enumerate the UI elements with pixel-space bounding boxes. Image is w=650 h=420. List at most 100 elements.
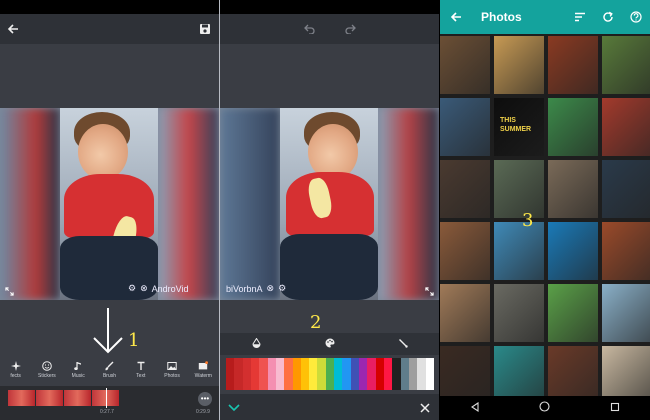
palette-swatch[interactable] bbox=[425, 358, 434, 390]
tool-stickers[interactable]: Stickers bbox=[31, 356, 62, 386]
palette-swatch[interactable] bbox=[359, 358, 368, 390]
palette-swatch[interactable] bbox=[400, 358, 409, 390]
tool-effects[interactable]: fects bbox=[0, 356, 31, 386]
timeline-end-time: 0:29.9 bbox=[196, 409, 210, 415]
video-editor-panel: ⚙ ⊗ AndroVid 1 fects Stickers Music Brus… bbox=[0, 0, 219, 420]
palette-swatch[interactable] bbox=[284, 358, 293, 390]
color-palette-button[interactable] bbox=[293, 333, 366, 355]
undo-icon[interactable] bbox=[300, 20, 318, 38]
annotation-number-2: 2 bbox=[310, 312, 322, 333]
photo-thumbnail[interactable] bbox=[602, 36, 650, 94]
timeline-playhead[interactable] bbox=[106, 388, 107, 408]
nav-home-icon[interactable] bbox=[539, 399, 551, 417]
timeline-thumbnails bbox=[8, 390, 120, 406]
palette-swatch[interactable] bbox=[250, 358, 260, 390]
palette-swatch[interactable] bbox=[292, 358, 301, 390]
music-note-icon bbox=[73, 360, 84, 371]
tool-music[interactable]: Music bbox=[63, 356, 94, 386]
palette-swatch[interactable] bbox=[325, 358, 335, 390]
brush-options-bar bbox=[220, 333, 439, 355]
tool-photos[interactable]: Photos bbox=[156, 356, 187, 386]
photo-thumbnail[interactable] bbox=[548, 36, 598, 94]
palette-swatch[interactable] bbox=[234, 358, 243, 390]
photo-thumbnail[interactable] bbox=[548, 160, 598, 218]
palette-swatch[interactable] bbox=[300, 358, 310, 390]
save-icon[interactable] bbox=[196, 20, 214, 38]
photos-picker-panel: Photos THIS SUMMER 3 bbox=[440, 0, 650, 420]
settings-gear-icon: ⚙ bbox=[278, 283, 287, 293]
photo-grid: THIS SUMMER bbox=[440, 36, 650, 404]
photo-thumbnail[interactable] bbox=[548, 222, 598, 280]
palette-swatch[interactable] bbox=[309, 358, 318, 390]
photos-title: Photos bbox=[481, 10, 522, 24]
photo-thumbnail[interactable] bbox=[494, 222, 544, 280]
video-preview[interactable]: ⚙ ⊗ AndroVid bbox=[0, 108, 219, 300]
brush-editor-panel: biVorbnA ⊗ ⚙ 2 bbox=[220, 0, 439, 420]
palette-swatch[interactable] bbox=[259, 358, 268, 390]
close-icon[interactable] bbox=[417, 400, 433, 416]
photo-thumbnail[interactable] bbox=[494, 160, 544, 218]
color-palette[interactable] bbox=[226, 358, 434, 390]
palette-swatch[interactable] bbox=[342, 358, 351, 390]
palette-swatch[interactable] bbox=[417, 358, 426, 390]
sparkle-icon bbox=[10, 360, 21, 371]
photo-thumbnail[interactable] bbox=[548, 98, 598, 156]
chevron-down-icon[interactable] bbox=[226, 400, 242, 416]
nav-recents-icon[interactable] bbox=[610, 399, 620, 417]
redo-icon[interactable] bbox=[342, 20, 360, 38]
photo-thumbnail[interactable] bbox=[494, 36, 544, 94]
palette-swatch[interactable] bbox=[275, 358, 285, 390]
settings-gear-icon: ⚙ bbox=[128, 283, 137, 293]
photo-thumbnail[interactable] bbox=[602, 160, 650, 218]
line-width-icon bbox=[398, 335, 408, 353]
palette-swatch[interactable] bbox=[383, 358, 393, 390]
status-bar bbox=[220, 0, 439, 14]
palette-swatch[interactable] bbox=[350, 358, 359, 390]
nav-back-icon[interactable] bbox=[470, 399, 480, 417]
palette-swatch[interactable] bbox=[242, 358, 251, 390]
tool-text[interactable]: Text bbox=[125, 356, 156, 386]
mirrored-watermark-text: biVorbnA bbox=[226, 283, 263, 294]
refresh-icon[interactable] bbox=[600, 9, 616, 25]
photos-header: Photos bbox=[440, 0, 650, 34]
fullscreen-icon[interactable] bbox=[422, 284, 436, 298]
photo-thumbnail-text: THIS SUMMER bbox=[500, 117, 532, 133]
photo-thumbnail[interactable]: THIS SUMMER bbox=[494, 98, 544, 156]
line-width-button[interactable] bbox=[366, 333, 439, 355]
photo-thumbnail[interactable] bbox=[440, 222, 490, 280]
photo-thumbnail[interactable] bbox=[494, 284, 544, 342]
watermark-text: AndroVid bbox=[151, 283, 189, 294]
tool-brush[interactable]: Brush bbox=[94, 356, 125, 386]
palette-swatch[interactable] bbox=[267, 358, 276, 390]
photo-thumbnail[interactable] bbox=[548, 284, 598, 342]
brush-video-preview[interactable]: biVorbnA ⊗ ⚙ bbox=[220, 108, 439, 300]
palette-swatch[interactable] bbox=[375, 358, 384, 390]
photo-thumbnail[interactable] bbox=[440, 284, 490, 342]
opacity-button[interactable] bbox=[220, 333, 293, 355]
smiley-icon bbox=[41, 360, 52, 371]
photo-thumbnail[interactable] bbox=[602, 98, 650, 156]
help-icon[interactable] bbox=[628, 9, 644, 25]
photo-thumbnail[interactable] bbox=[440, 36, 490, 94]
palette-swatch[interactable] bbox=[334, 358, 343, 390]
tool-watermark[interactable]: Waterm bbox=[188, 356, 219, 386]
android-nav-bar bbox=[440, 396, 650, 420]
photo-thumbnail[interactable] bbox=[440, 98, 490, 156]
photo-thumbnail[interactable] bbox=[602, 222, 650, 280]
palette-swatch[interactable] bbox=[392, 358, 401, 390]
video-frame bbox=[280, 108, 378, 300]
photo-thumbnail[interactable] bbox=[602, 284, 650, 342]
more-options-button[interactable]: ••• bbox=[198, 392, 212, 406]
back-arrow-icon[interactable] bbox=[448, 9, 464, 25]
photo-thumbnail[interactable] bbox=[440, 160, 490, 218]
palette-swatch[interactable] bbox=[367, 358, 376, 390]
palette-swatch[interactable] bbox=[226, 358, 235, 390]
fullscreen-icon[interactable] bbox=[2, 284, 16, 298]
sort-icon[interactable] bbox=[572, 9, 588, 25]
video-timeline[interactable]: 0:27.7 0:29.9 ••• bbox=[0, 386, 219, 420]
mirrored-watermark-badge: biVorbnA ⊗ ⚙ bbox=[226, 283, 286, 294]
palette-swatch[interactable] bbox=[317, 358, 326, 390]
back-arrow-icon[interactable] bbox=[4, 20, 22, 38]
palette-swatch[interactable] bbox=[408, 358, 418, 390]
timeline-current-time: 0:27.7 bbox=[100, 409, 114, 415]
